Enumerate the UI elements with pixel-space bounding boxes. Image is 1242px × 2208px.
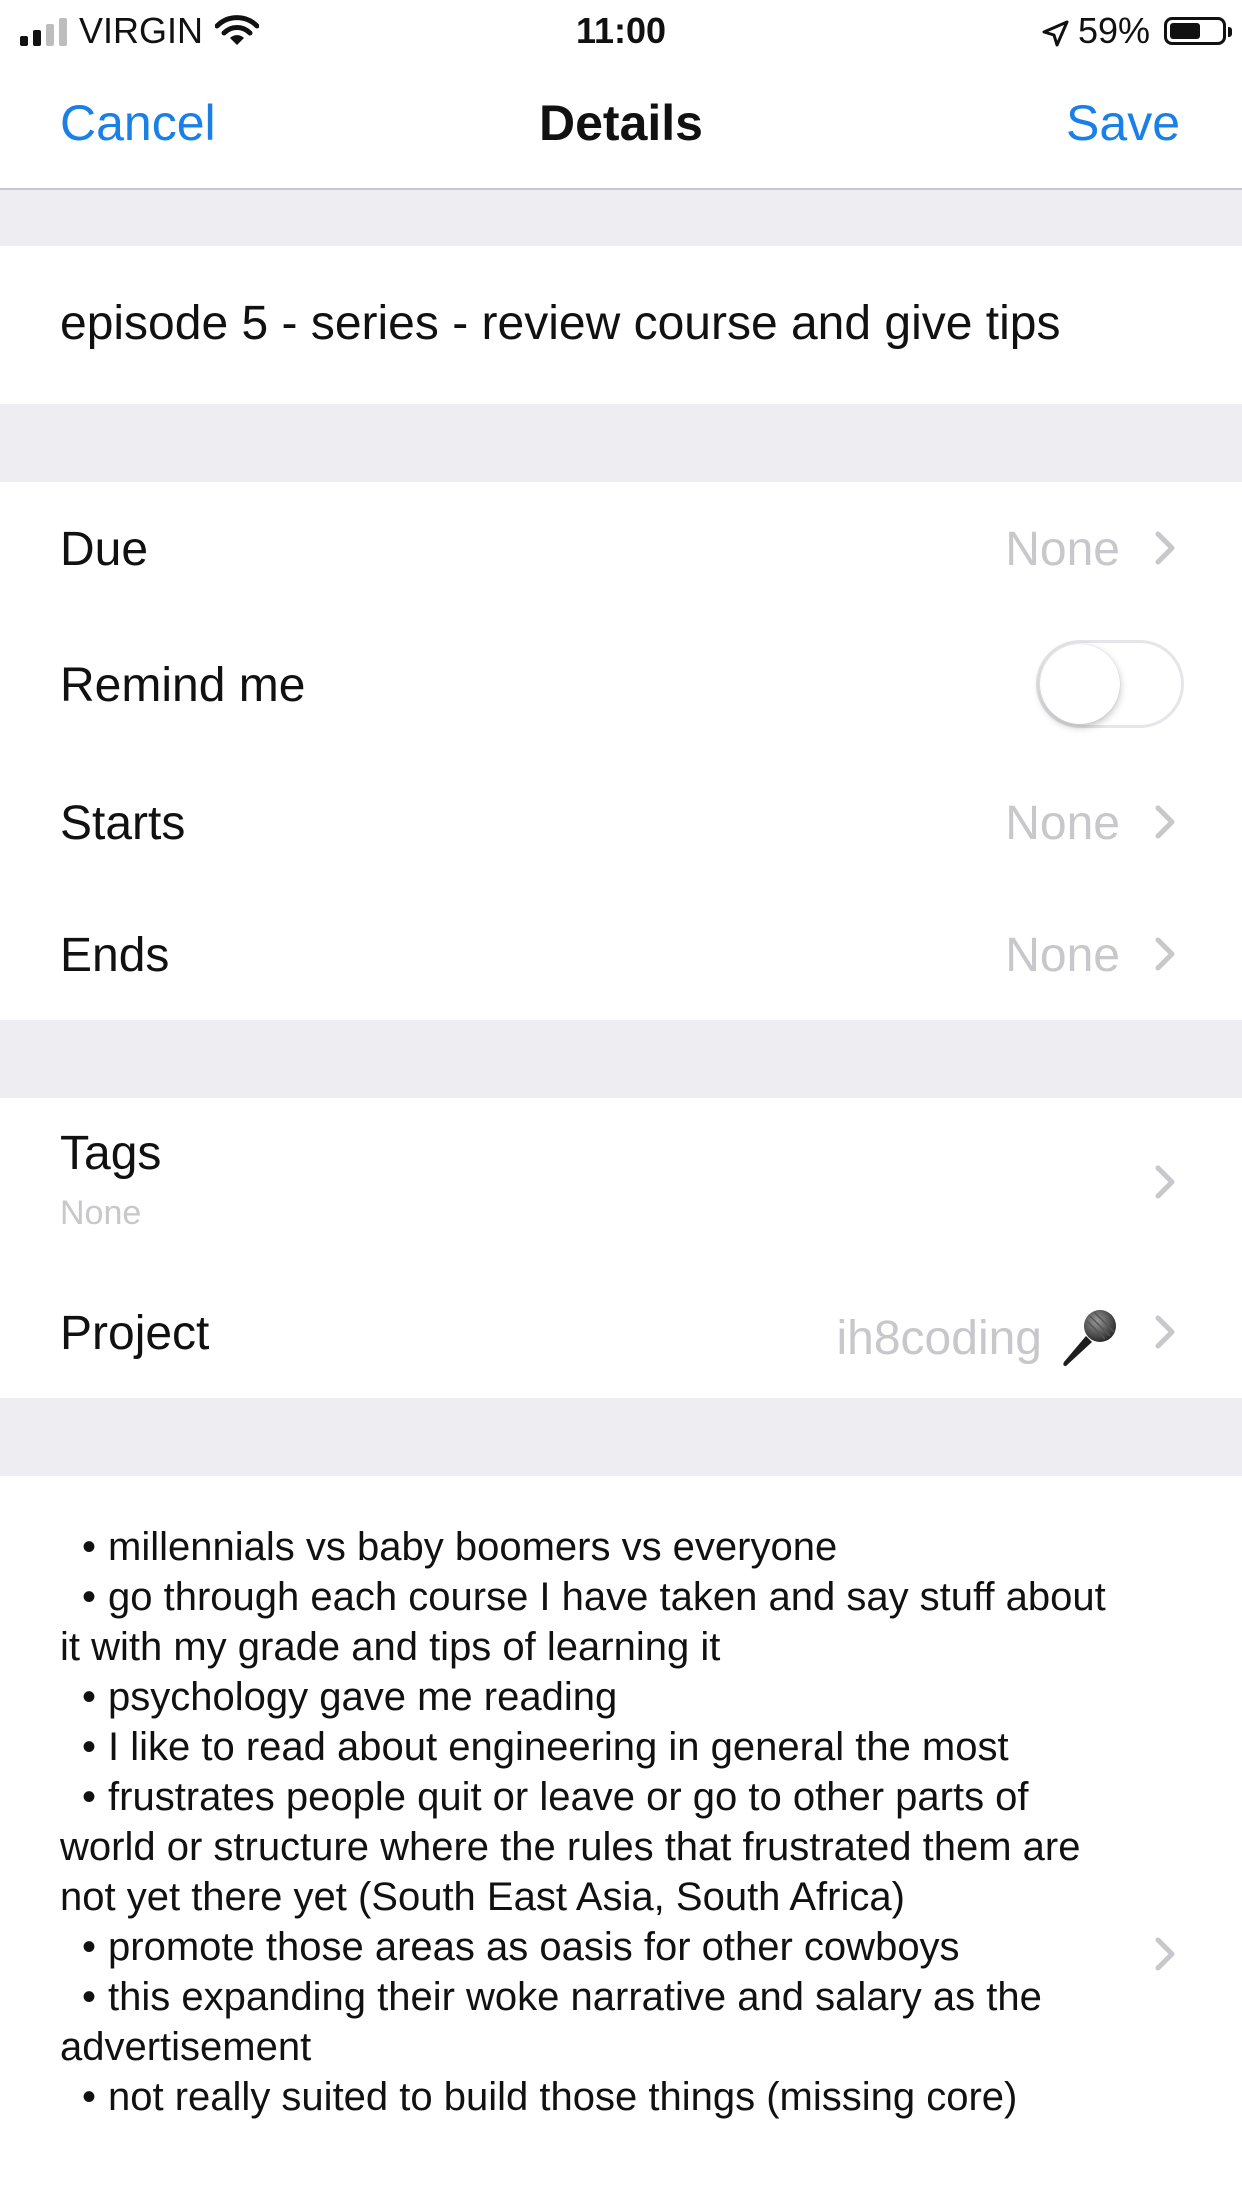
battery-level — [1170, 23, 1200, 39]
due-row[interactable]: Due None — [0, 482, 1242, 616]
chevron-right-icon — [1150, 802, 1180, 842]
microphone-icon — [1056, 1306, 1120, 1370]
notes-cell[interactable]: • millennials vs baby boomers vs everyone… — [0, 1476, 1242, 2208]
task-title-cell[interactable]: episode 5 - series - review course and g… — [0, 246, 1242, 404]
note-bullet-item: • frustrates people quit or leave or go t… — [60, 1772, 1120, 1922]
cancel-button[interactable]: Cancel — [60, 94, 216, 152]
battery-icon — [1164, 17, 1232, 45]
chevron-right-icon — [1150, 934, 1180, 974]
note-text: promote those areas as oasis for other c… — [108, 1925, 960, 1969]
location-arrow-icon — [1040, 16, 1070, 47]
chevron-right-icon — [1150, 1312, 1180, 1352]
status-right: 59% — [1040, 10, 1232, 52]
project-value: ih8coding — [836, 1311, 1043, 1365]
bullet-glyph: • — [82, 1725, 97, 1769]
note-bullet-item: • promote those areas as oasis for other … — [60, 1922, 1120, 1972]
tags-row[interactable]: Tags None — [0, 1098, 1242, 1264]
bullet-glyph: • — [82, 1975, 97, 2019]
remind-me-row: Remind me — [0, 616, 1242, 754]
bullet-glyph: • — [82, 2075, 97, 2119]
remind-me-toggle[interactable] — [1036, 640, 1184, 728]
due-value: None — [1005, 523, 1120, 576]
task-title-field[interactable]: episode 5 - series - review course and g… — [60, 296, 1060, 351]
starts-value: None — [1005, 797, 1120, 850]
tags-label: Tags — [60, 1127, 162, 1180]
note-text: I like to read about engineering in gene… — [108, 1725, 1009, 1769]
note-text: this expanding their woke narrative and … — [60, 1975, 1042, 2069]
note-bullet-item: • millennials vs baby boomers vs everyone — [60, 1522, 1120, 1572]
project-value-group: ih8coding — [837, 1306, 1121, 1370]
note-bullet-item: • this expanding their woke narrative and… — [60, 1972, 1120, 2072]
due-label: Due — [60, 523, 149, 576]
bullet-glyph: • — [82, 1525, 97, 1569]
section-separator — [0, 1398, 1242, 1476]
battery-percent: 59% — [1077, 10, 1150, 51]
ends-label: Ends — [60, 929, 170, 982]
notes-text[interactable]: • millennials vs baby boomers vs everyone… — [60, 1522, 1120, 2122]
note-text: millennials vs baby boomers vs everyone — [108, 1525, 838, 1569]
project-label: Project — [60, 1307, 210, 1360]
note-bullet-item: • go through each course I have taken and… — [60, 1572, 1120, 1672]
save-button[interactable]: Save — [1066, 94, 1180, 152]
chevron-right-icon — [1150, 1934, 1180, 1974]
tags-value: None — [60, 1194, 142, 1232]
section-separator — [0, 1020, 1242, 1098]
note-text: go through each course I have taken and … — [60, 1575, 1106, 1669]
ends-value: None — [1005, 929, 1120, 982]
bullet-glyph: • — [82, 1925, 97, 1969]
section-separator — [0, 404, 1242, 482]
toggle-knob — [1040, 644, 1120, 724]
status-bar: VIRGIN 11:00 59% — [0, 0, 1242, 62]
section-separator — [0, 190, 1242, 246]
bullet-glyph: • — [82, 1575, 97, 1619]
chevron-right-icon — [1150, 1162, 1180, 1202]
note-bullet-item: • not really suited to build those things… — [60, 2072, 1120, 2122]
remind-me-label: Remind me — [60, 659, 306, 712]
starts-label: Starts — [60, 797, 186, 850]
bullet-glyph: • — [82, 1675, 97, 1719]
navigation-bar: Cancel Details Save — [0, 62, 1242, 190]
note-bullet-item: • I like to read about engineering in gen… — [60, 1722, 1120, 1772]
note-text: psychology gave me reading — [108, 1675, 618, 1719]
chevron-right-icon — [1150, 528, 1180, 568]
project-row[interactable]: Project ih8coding — [0, 1264, 1242, 1398]
note-text: not really suited to build those things … — [108, 2075, 1018, 2119]
ends-row[interactable]: Ends None — [0, 890, 1242, 1020]
note-text: frustrates people quit or leave or go to… — [60, 1775, 1081, 1919]
bullet-glyph: • — [82, 1775, 97, 1819]
note-bullet-item: • psychology gave me reading — [60, 1672, 1120, 1722]
starts-row[interactable]: Starts None — [0, 754, 1242, 890]
